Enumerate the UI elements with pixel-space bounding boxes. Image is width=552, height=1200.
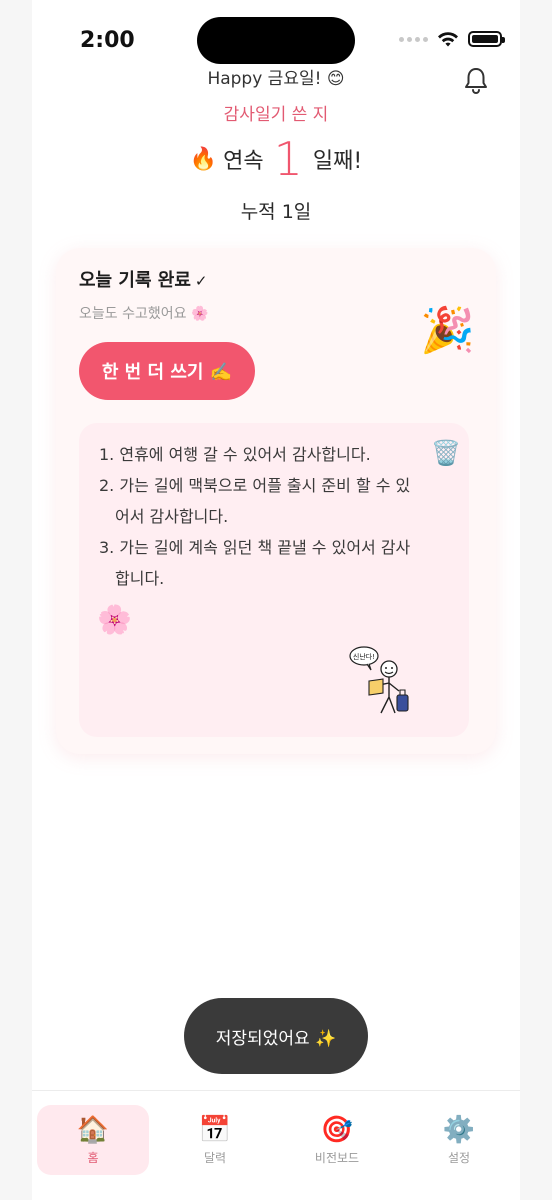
app-screen: 2:00 Happy 금요일! 😊 감사일기 쓴 지 🔥 연속 1 일째! 누적… bbox=[32, 0, 520, 1200]
gear-icon: ⚙️ bbox=[442, 1114, 476, 1145]
check-icon: ✓ bbox=[194, 272, 208, 290]
list-item: 1. 연휴에 여행 갈 수 있어서 감사합니다. bbox=[99, 445, 371, 464]
status-time: 2:00 bbox=[80, 28, 135, 53]
list-item: 2. 가는 길에 맥북으로 어플 출시 준비 할 수 있어서 감사합니다. bbox=[99, 476, 411, 526]
list-item: 3. 가는 길에 계속 읽던 책 끝낼 수 있어서 감사합니다. bbox=[99, 538, 411, 588]
gratitude-list: 1. 연휴에 여행 갈 수 있어서 감사합니다. 2. 가는 길에 맥북으로 어… bbox=[99, 439, 411, 594]
status-icons bbox=[399, 30, 505, 48]
today-record-card: 오늘 기록 완료 ✓ 오늘도 수고했어요 🌸 🎉 한 번 더 쓰기 ✍️ 1. 연… bbox=[56, 248, 496, 754]
tab-home[interactable]: 🏠 홈 bbox=[37, 1105, 149, 1175]
greeting-text: Happy 금요일! 😊 bbox=[207, 69, 345, 89]
trash-icon[interactable]: 🗑️ bbox=[431, 439, 461, 467]
calendar-icon: 📅 bbox=[198, 1114, 232, 1145]
streak-counter: 🔥 연속 1 일째! bbox=[32, 136, 520, 182]
flower-icon: 🌸 bbox=[97, 603, 132, 636]
tab-settings-label: 설정 bbox=[447, 1150, 471, 1165]
streak-prefix: 연속 bbox=[223, 149, 264, 174]
party-popper-icon: 🎉 bbox=[420, 305, 475, 356]
wifi-icon bbox=[438, 32, 458, 47]
saved-toast: 저장되었어요 ✨ bbox=[184, 998, 368, 1074]
target-icon: 🎯 bbox=[320, 1114, 354, 1145]
card-title: 오늘 기록 완료 ✓ bbox=[79, 266, 207, 292]
home-icon: 🏠 bbox=[76, 1114, 110, 1145]
write-again-button[interactable]: 한 번 더 쓰기 ✍️ bbox=[79, 342, 255, 400]
dynamic-island bbox=[197, 17, 355, 64]
diary-subtitle: 감사일기 쓴 지 bbox=[223, 105, 329, 125]
bottom-tab-bar: 🏠 홈 📅 달력 🎯 비전보드 ⚙️ 설정 bbox=[32, 1090, 520, 1200]
doodle-speech-text: 신난다! bbox=[353, 652, 375, 661]
battery-icon bbox=[468, 31, 505, 47]
streak-number: 1 bbox=[273, 132, 303, 186]
bell-icon[interactable] bbox=[460, 64, 492, 96]
tab-calendar[interactable]: 📅 달력 bbox=[159, 1105, 271, 1175]
fire-icon: 🔥 bbox=[189, 146, 218, 172]
signal-icon bbox=[399, 36, 428, 42]
tab-home-label: 홈 bbox=[87, 1150, 99, 1165]
tab-vision-board-label: 비전보드 bbox=[314, 1150, 360, 1165]
gratitude-entry: 1. 연휴에 여행 갈 수 있어서 감사합니다. 2. 가는 길에 맥북으로 어… bbox=[79, 423, 469, 737]
tab-settings[interactable]: ⚙️ 설정 bbox=[403, 1105, 515, 1175]
streak-suffix: 일째! bbox=[312, 149, 363, 174]
card-subtitle: 오늘도 수고했어요 🌸 bbox=[79, 306, 209, 322]
total-days: 누적 1일 bbox=[240, 201, 312, 223]
tab-vision-board[interactable]: 🎯 비전보드 bbox=[281, 1105, 393, 1175]
traveler-doodle: 신난다! bbox=[349, 646, 409, 714]
tab-calendar-label: 달력 bbox=[203, 1150, 227, 1165]
card-title-text: 오늘 기록 완료 bbox=[79, 270, 191, 291]
